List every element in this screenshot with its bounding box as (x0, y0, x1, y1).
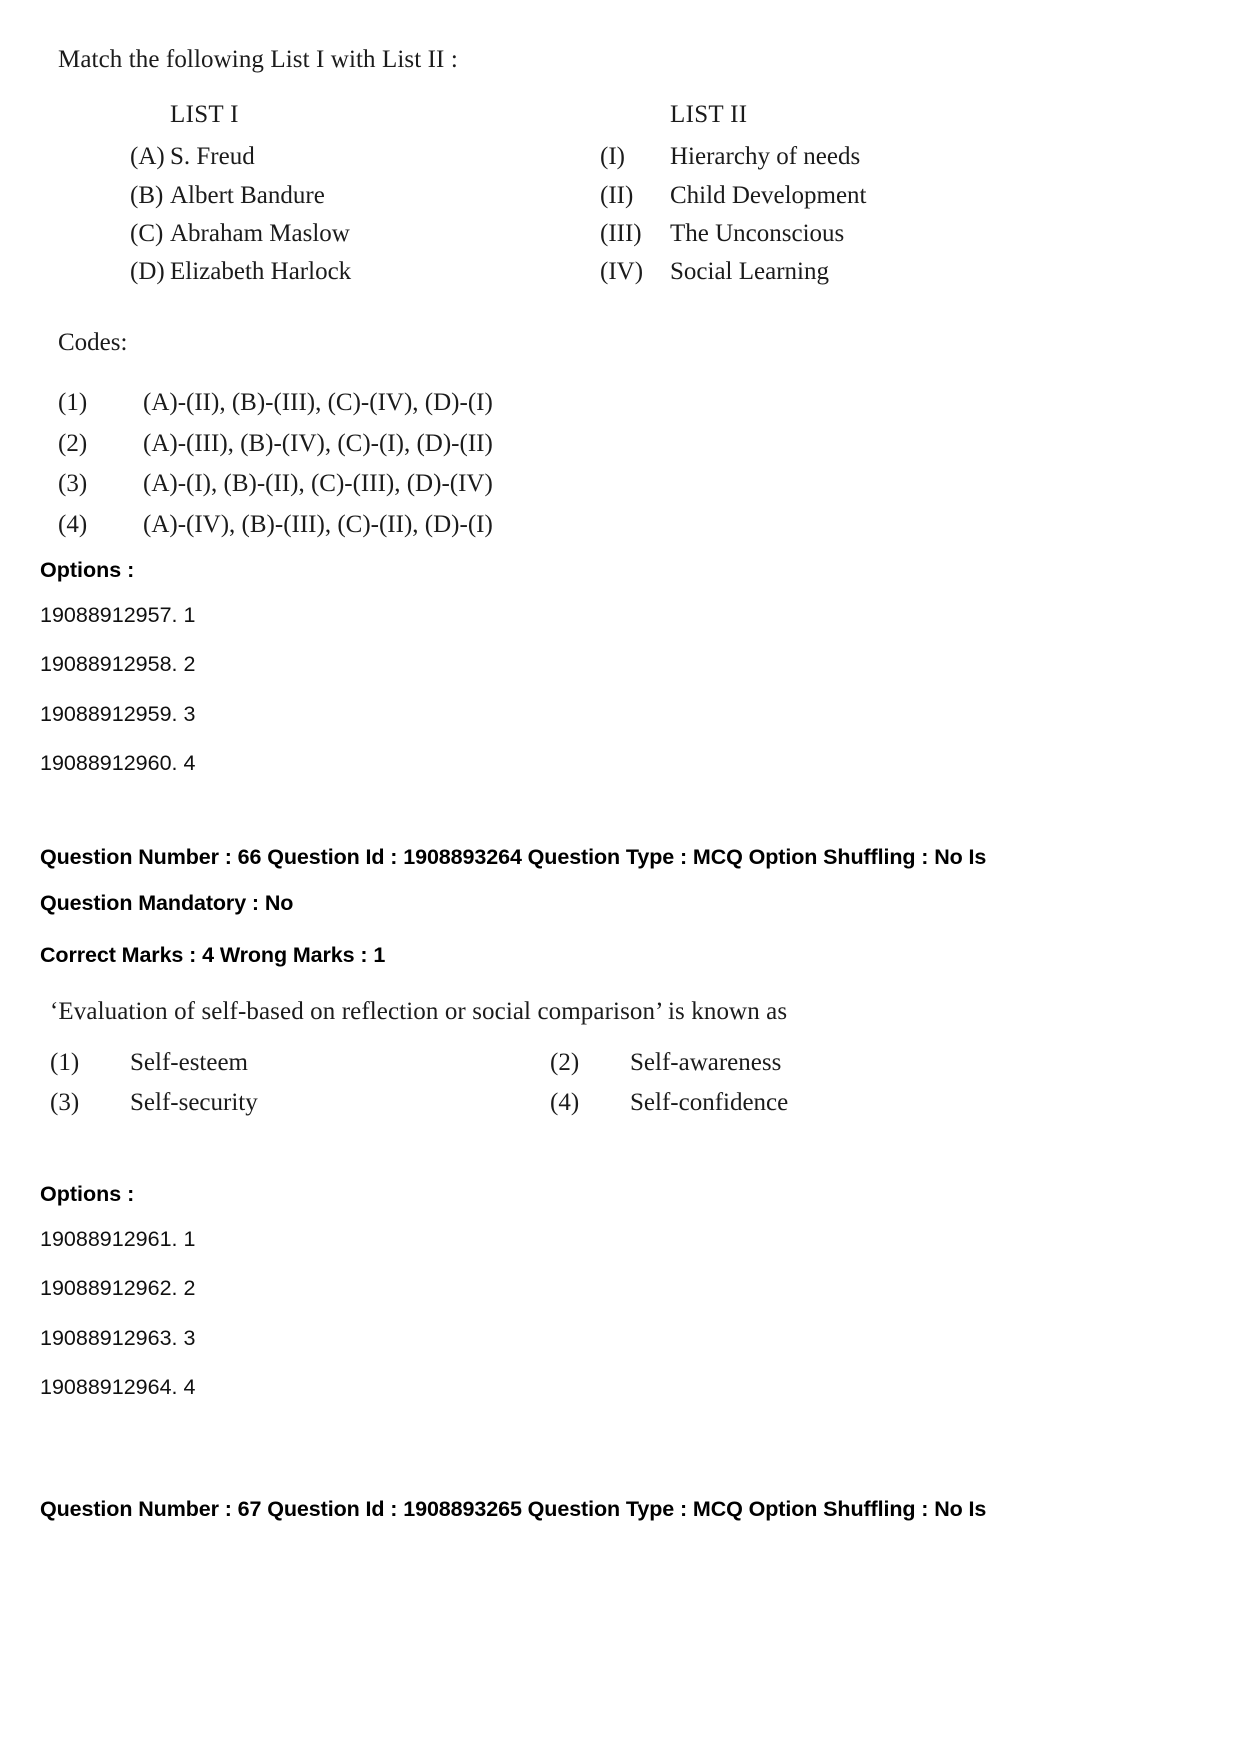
list-ii-item-tag: (I) (600, 143, 625, 171)
list-i-row: (B) Albert Bandure (130, 177, 600, 215)
code-option-number: (1) (58, 389, 88, 417)
list-ii-heading: LIST II (670, 101, 748, 129)
choice-number: (1) (50, 1049, 80, 1077)
list-ii-item-text: Child Development (670, 181, 867, 209)
choice-text: Self-esteem (130, 1049, 249, 1077)
code-option-number: (2) (58, 429, 88, 457)
question-66-header-line-2: Question Mandatory : No (40, 891, 294, 916)
list-i-item-text: S. Freud (170, 143, 255, 171)
list-ii-item-tag: (II) (600, 181, 634, 209)
option-id-item[interactable]: 19088912957. 1 (40, 591, 940, 640)
code-option-value: (A)-(III), (B)-(IV), (C)-(I), (D)-(II) (143, 429, 493, 457)
list-i-item-text: Albert Bandure (170, 181, 325, 209)
list-i-item-tag: (B) (130, 181, 164, 209)
choice-text: Self-confidence (630, 1089, 789, 1117)
question-66-header-line-1: Question Number : 66 Question Id : 19088… (40, 845, 987, 869)
choice-option[interactable]: (1) Self-esteem (40, 1043, 540, 1083)
list-ii-row: (II) Child Development (600, 177, 1070, 215)
list-ii-column: LIST II (I) Hierarchy of needs (II) Chil… (600, 101, 1070, 291)
question-65-stem: Match the following List I with List II … (58, 46, 458, 73)
codes-label: Codes: (58, 329, 128, 357)
code-option[interactable]: (1) (A)-(II), (B)-(III), (C)-(IV), (D)-(… (40, 383, 1110, 424)
list-ii-row: (IV) Social Learning (600, 253, 1070, 291)
code-option[interactable]: (2) (A)-(III), (B)-(IV), (C)-(I), (D)-(I… (40, 424, 1110, 465)
code-option-value: (A)-(I), (B)-(II), (C)-(III), (D)-(IV) (143, 470, 493, 498)
choice-number: (4) (550, 1089, 580, 1117)
list-ii-item-tag: (III) (600, 219, 642, 247)
choice-text: Self-security (130, 1089, 258, 1117)
choice-number: (3) (50, 1089, 80, 1117)
option-id-item[interactable]: 19088912958. 2 (40, 640, 940, 689)
options-label: Options : (40, 1182, 135, 1206)
question-66-body: ‘Evaluation of self-based on reflection … (40, 996, 1040, 1123)
question-67-header: Question Number : 67 Question Id : 19088… (40, 1486, 1115, 1532)
exam-page: Match the following List I with List II … (0, 0, 1240, 1755)
list-i-item-tag: (A) (130, 143, 165, 171)
list-i-column: LIST I (A) S. Freud (B) Albert Bandure (… (40, 101, 600, 291)
list-i-row: (C) Abraham Maslow (130, 215, 600, 253)
question-66-marks-line: Correct Marks : 4 Wrong Marks : 1 (40, 943, 386, 968)
option-id-item[interactable]: 19088912960. 4 (40, 739, 940, 788)
code-option[interactable]: (3) (A)-(I), (B)-(II), (C)-(III), (D)-(I… (40, 464, 1110, 505)
list-ii-item-text: The Unconscious (670, 219, 845, 247)
option-id-item[interactable]: 19088912961. 1 (40, 1215, 940, 1264)
question-66-header: Question Number : 66 Question Id : 19088… (40, 834, 1115, 979)
question-66-stem: ‘Evaluation of self-based on reflection … (50, 998, 788, 1025)
list-i-item-tag: (D) (130, 258, 165, 285)
question-66-options: Options : 19088912961. 1 19088912962. 2 … (40, 1160, 940, 1413)
list-i-item-text: Elizabeth Harlock (170, 258, 352, 285)
list-ii-item-text: Hierarchy of needs (670, 143, 861, 171)
option-id-item[interactable]: 19088912959. 3 (40, 690, 940, 739)
choice-number: (2) (550, 1049, 580, 1077)
list-i-row: (D) Elizabeth Harlock (130, 253, 600, 291)
lists-container: LIST I (A) S. Freud (B) Albert Bandure (… (40, 101, 1110, 291)
question-65-options: Options : 19088912957. 1 19088912958. 2 … (40, 536, 940, 789)
code-option-number: (3) (58, 470, 88, 498)
question-67-header-line-1: Question Number : 67 Question Id : 19088… (40, 1497, 987, 1521)
question-65-body: Match the following List I with List II … (40, 44, 1110, 545)
option-id-item[interactable]: 19088912964. 4 (40, 1363, 940, 1412)
code-option-value: (A)-(II), (B)-(III), (C)-(IV), (D)-(I) (143, 389, 493, 417)
list-ii-row: (III) The Unconscious (600, 215, 1070, 253)
question-66-choices: (1) Self-esteem (2) Self-awareness (3) S… (40, 1043, 1040, 1123)
list-ii-item-tag: (IV) (600, 258, 644, 285)
list-ii-item-text: Social Learning (670, 258, 829, 285)
list-i-row: (A) S. Freud (130, 138, 600, 176)
choice-option[interactable]: (4) Self-confidence (540, 1083, 1040, 1123)
option-id-item[interactable]: 19088912962. 2 (40, 1264, 940, 1313)
options-label: Options : (40, 558, 135, 582)
codes-list: (1) (A)-(II), (B)-(III), (C)-(IV), (D)-(… (40, 383, 1110, 545)
list-i-item-text: Abraham Maslow (170, 219, 350, 247)
choice-option[interactable]: (2) Self-awareness (540, 1043, 1040, 1083)
choice-text: Self-awareness (630, 1049, 782, 1077)
list-i-item-tag: (C) (130, 219, 164, 247)
list-ii-row: (I) Hierarchy of needs (600, 138, 1070, 176)
option-id-item[interactable]: 19088912963. 3 (40, 1314, 940, 1363)
list-i-heading: LIST I (170, 101, 239, 129)
match-lists: LIST I (A) S. Freud (B) Albert Bandure (… (40, 101, 1110, 545)
choice-option[interactable]: (3) Self-security (40, 1083, 540, 1123)
